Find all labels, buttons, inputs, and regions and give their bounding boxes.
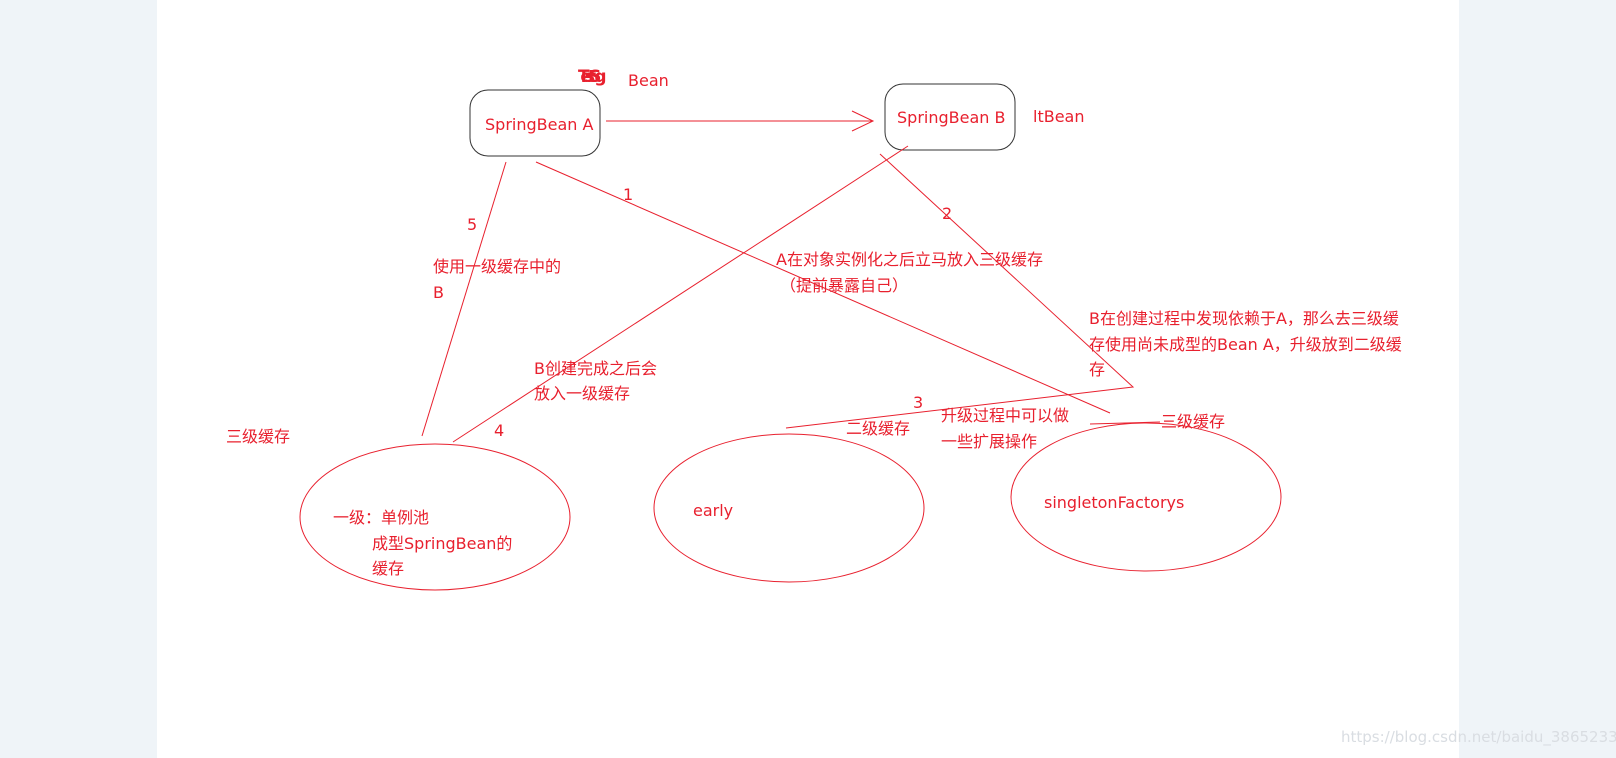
watermark: https://blog.csdn.net/baidu_38652335 — [1341, 728, 1616, 746]
level3-cache-title: 三级缓存 — [1161, 412, 1226, 431]
step-4-desc-line-2: 放入一级缓存 — [534, 384, 631, 403]
step-5-desc-line-2: B — [433, 283, 444, 302]
level3-cache-label: singletonFactorys — [1044, 493, 1185, 512]
step-number-4: 4 — [494, 421, 505, 440]
step-3-desc-line-1: 升级过程中可以做 — [941, 406, 1070, 425]
bean-b-suffix-label: ltBean — [1033, 107, 1085, 126]
level1-cache-line-2: 成型SpringBean的 — [372, 534, 513, 553]
level2-cache-label: early — [693, 501, 734, 520]
step-number-2: 2 — [942, 204, 953, 223]
step-2-desc-line-3: 存 — [1089, 360, 1106, 379]
level2-cache-title: 二级缓存 — [846, 419, 911, 438]
bean-b-label: SpringBean B — [897, 108, 1006, 127]
step-number-1: 1 — [623, 185, 634, 204]
step-2-desc-line-1: B在创建过程中发现依赖于A，那么去三级缓 — [1089, 309, 1399, 328]
diagram-canvas — [299, 83, 1282, 591]
level1-cache-line-3: 缓存 — [372, 559, 405, 578]
step-5-desc-line-1: 使用一级缓存中的 — [433, 257, 562, 276]
step-number-3: 3 — [913, 393, 924, 412]
level1-cache-line-1: 一级：单例池 — [333, 508, 430, 527]
step-1-desc-line-2: （提前暴露自己） — [780, 276, 909, 295]
step-4-desc-line-1: B创建完成之后会 — [534, 359, 657, 378]
step-number-5: 5 — [467, 215, 478, 234]
bean-a-label: SpringBean A — [485, 115, 594, 134]
step-3-desc-line-2: 一些扩展操作 — [941, 432, 1038, 451]
step-2-desc-line-2: 存使用尚未成型的Bean A，升级放到二级缓 — [1089, 335, 1402, 354]
overlapping-text-artifact: TestSg — [578, 67, 606, 87]
left-three-level-label: 三级缓存 — [226, 427, 291, 446]
step-1-desc-line-1: A在对象实例化之后立马放入三级缓存 — [776, 250, 1043, 269]
bean-a-suffix-label: Bean — [628, 71, 669, 90]
